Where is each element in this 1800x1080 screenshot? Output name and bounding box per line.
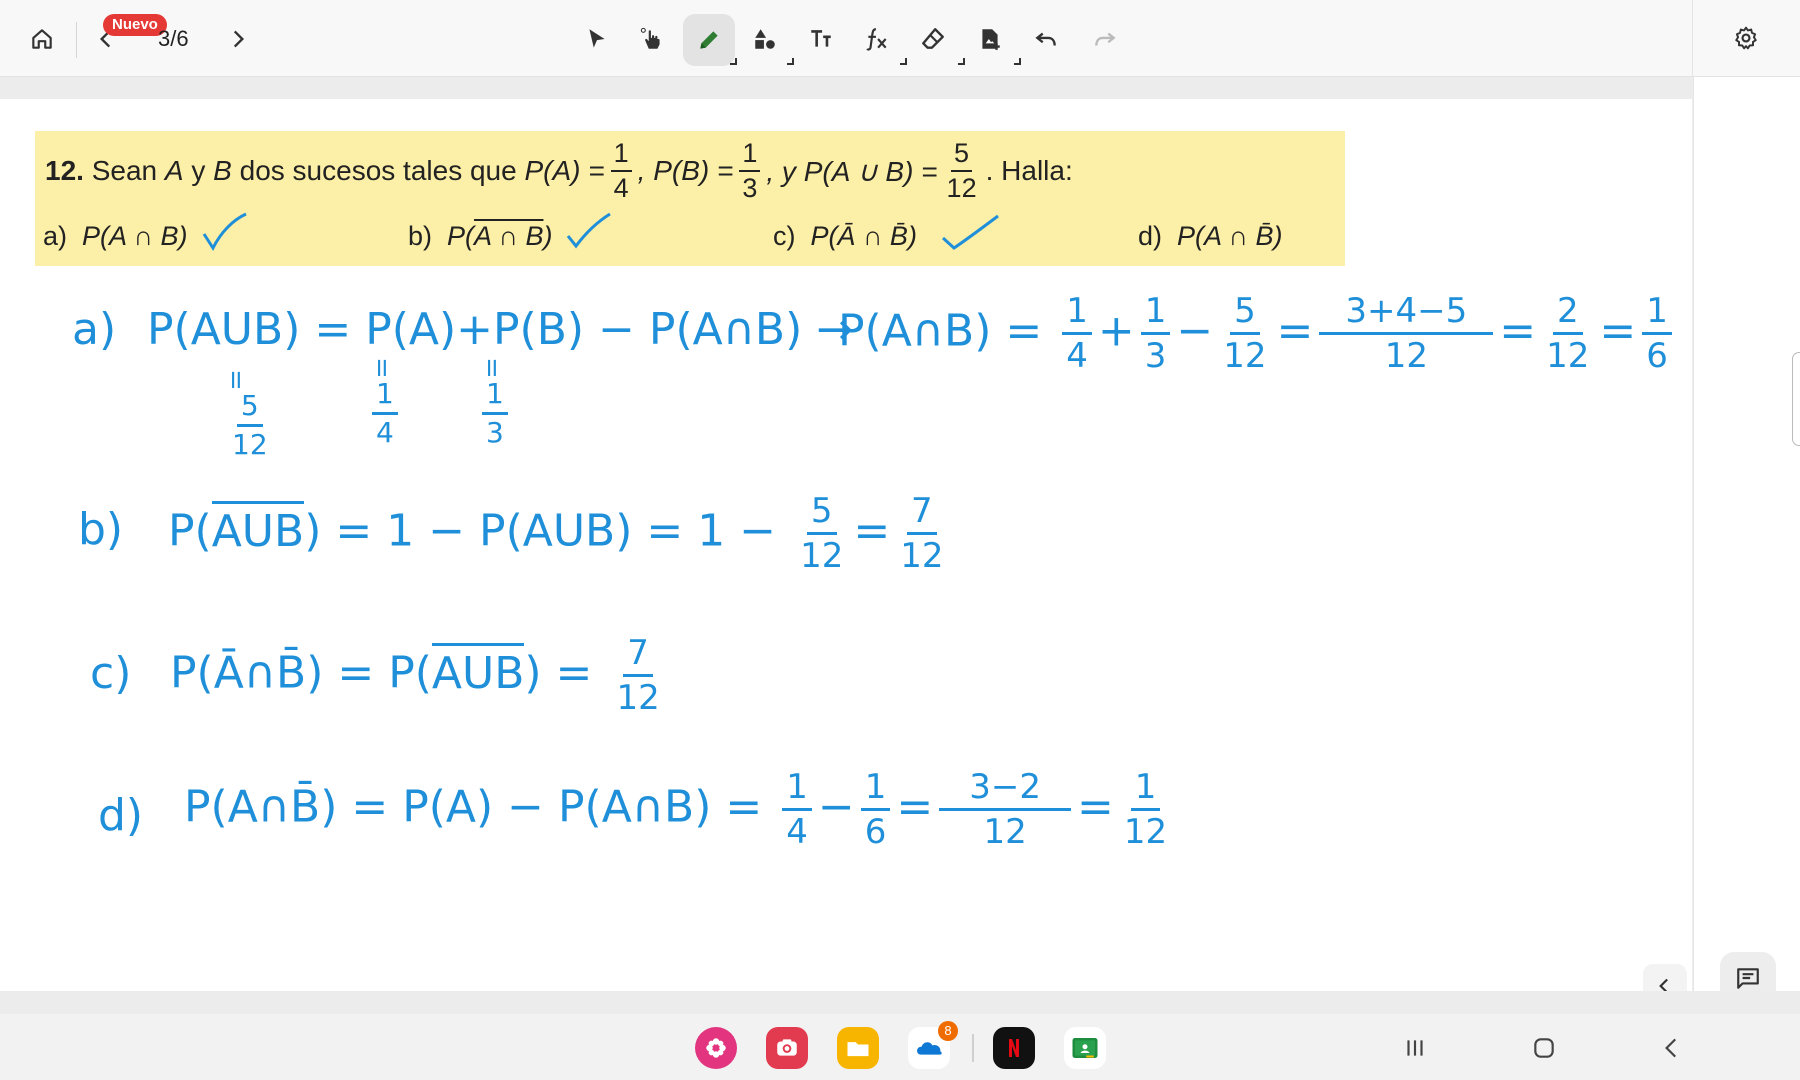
dock-divider	[972, 1034, 974, 1062]
back-chevron-icon	[1665, 1038, 1677, 1058]
text-icon	[811, 30, 831, 47]
blossom-app-icon[interactable]	[695, 1027, 737, 1069]
pb-fraction: 13	[739, 140, 761, 202]
problem-statement: 12. Sean A y B dos sucesos tales que P(A…	[45, 138, 1073, 203]
tool-options-corner	[787, 58, 794, 65]
redo-icon	[1095, 32, 1116, 46]
page-indicator: 3/6	[158, 26, 189, 51]
gear-icon	[1735, 26, 1757, 50]
my-files-app-icon[interactable]	[837, 1027, 879, 1069]
part-c: c) P(Ā ∩ B̄)	[773, 221, 917, 251]
statement-text: y	[191, 155, 206, 186]
statement-text: Sean	[91, 155, 158, 186]
panel-scroll-handle[interactable]	[1792, 352, 1800, 446]
part-b: b) P(A ∩ B)	[408, 221, 553, 251]
pu-fraction: 5 12	[946, 138, 977, 203]
eraser-tool-button[interactable]	[911, 17, 955, 61]
pb-label: , P(B) =	[637, 155, 734, 186]
system-home-button[interactable]	[1522, 1030, 1566, 1066]
tool-options-corner	[900, 58, 907, 65]
pen-icon	[700, 31, 718, 49]
insert-image-button[interactable]	[968, 17, 1012, 61]
part-d: d) P(A ∩ B̄)	[1138, 221, 1283, 251]
side-panel	[1693, 77, 1800, 991]
checkmark-icon	[941, 214, 999, 250]
comment-icon	[1737, 968, 1759, 989]
tool-options-corner	[1014, 58, 1021, 65]
problem-statement-box: 12. Sean A y B dos sucesos tales que P(A…	[35, 131, 1345, 266]
text-tool-button[interactable]	[799, 17, 843, 61]
recents-icon	[1407, 1040, 1423, 1056]
system-back-button[interactable]	[1650, 1030, 1694, 1066]
toolbar-divider	[76, 22, 77, 58]
undo-button[interactable]	[1024, 17, 1068, 61]
pa-label: P(A) =	[524, 155, 605, 186]
next-page-button[interactable]	[220, 17, 256, 61]
function-icon	[866, 28, 887, 51]
netflix-app-icon[interactable]	[993, 1027, 1035, 1069]
hand-pointer-icon	[640, 27, 660, 49]
pa-fraction: 14	[610, 140, 632, 202]
shapes-icon	[755, 29, 775, 49]
statement-text: . Halla:	[985, 155, 1073, 186]
camera-app-icon[interactable]	[766, 1027, 808, 1069]
tool-options-corner	[958, 58, 965, 65]
page-gap	[0, 77, 1692, 99]
part-a: a) P(A ∩ B)	[43, 221, 188, 251]
notification-badge: 8	[938, 1021, 958, 1041]
tool-options-corner	[730, 58, 737, 65]
bottom-gap	[0, 991, 1800, 1014]
undo-icon	[1035, 32, 1056, 46]
pu-label: , y P(A ∪ B) =	[766, 155, 938, 187]
chevron-right-icon	[233, 30, 245, 48]
add-image-icon	[982, 29, 1000, 50]
statement-text: dos sucesos tales que	[239, 155, 517, 186]
event-a: A	[164, 155, 184, 186]
recent-apps-button[interactable]	[1393, 1030, 1437, 1066]
checkmark-icon	[202, 212, 247, 252]
home-button[interactable]	[20, 17, 64, 61]
classroom-app-icon[interactable]	[1064, 1027, 1106, 1069]
formula-tool-button[interactable]	[855, 17, 899, 61]
home-icon	[32, 29, 52, 49]
hand-tool-button[interactable]	[630, 17, 674, 61]
eraser-icon	[922, 28, 944, 49]
cursor-arrow-icon	[589, 29, 605, 48]
home-square-icon	[1534, 1038, 1554, 1058]
event-b: B	[213, 155, 232, 186]
pen-tool-button[interactable]	[683, 14, 735, 66]
problem-number: 12.	[45, 155, 84, 186]
shape-tool-button[interactable]	[743, 17, 787, 61]
settings-button[interactable]	[1724, 16, 1768, 60]
redo-button[interactable]	[1083, 17, 1127, 61]
select-tool-button[interactable]	[575, 17, 619, 61]
checkmark-icon	[566, 212, 611, 249]
